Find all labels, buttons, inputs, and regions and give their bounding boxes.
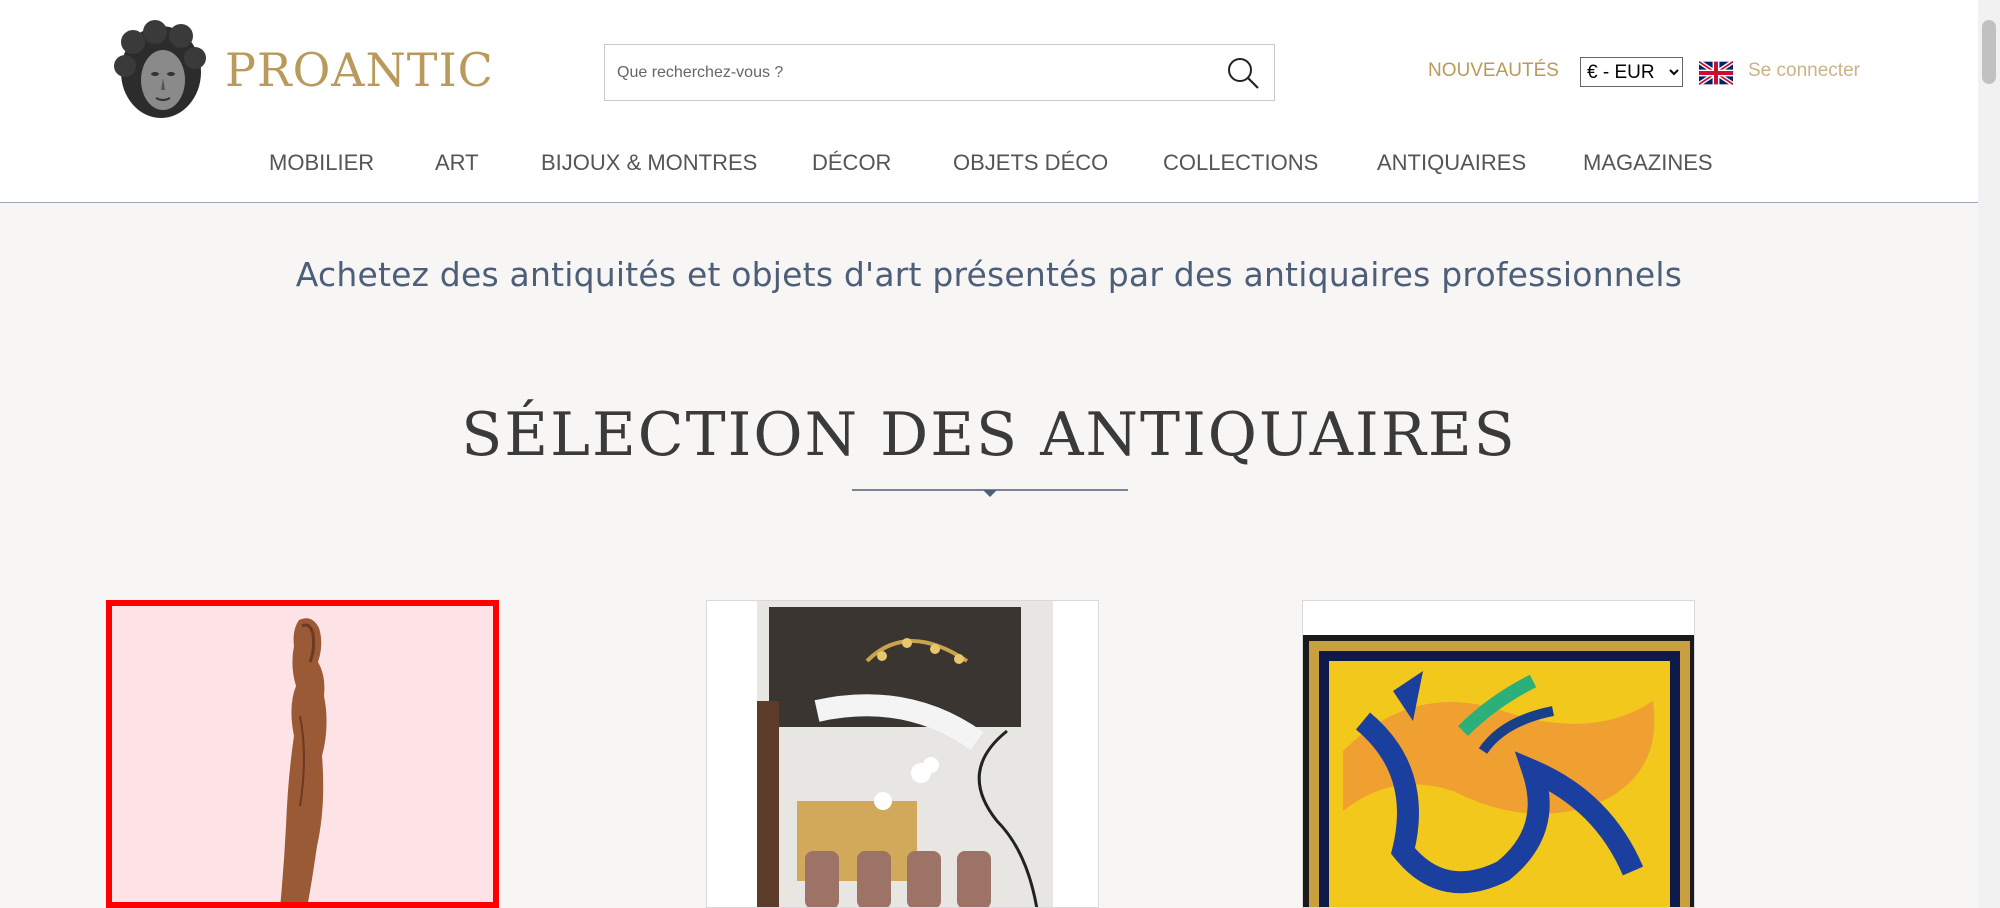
scrollbar-thumb[interactable] (1982, 20, 1996, 84)
title-divider (852, 489, 1128, 497)
product-image-painting[interactable] (1303, 601, 1695, 908)
search-bar (604, 44, 1275, 101)
tagline: Achetez des antiquités et objets d'art p… (295, 255, 1683, 294)
product-card-painting[interactable] (1302, 600, 1695, 908)
nav-item-magazines[interactable]: MAGAZINES (1583, 150, 1713, 176)
logo-head-icon[interactable] (111, 20, 209, 122)
product-image-sculpture[interactable] (112, 606, 493, 908)
uk-flag-icon[interactable] (1699, 61, 1733, 85)
nav-item-art[interactable]: ART (435, 150, 479, 176)
product-card-sculpture[interactable] (106, 600, 499, 908)
login-link[interactable]: Se connecter (1748, 60, 1860, 82)
product-image-interior[interactable] (707, 601, 1099, 908)
search-input[interactable] (615, 55, 1199, 91)
product-card-interior[interactable] (706, 600, 1099, 908)
nav-item-antiquaires[interactable]: ANTIQUAIRES (1377, 150, 1526, 176)
nav-item-objets-deco[interactable]: OBJETS DÉCO (953, 150, 1108, 176)
nav-item-collections[interactable]: COLLECTIONS (1163, 150, 1318, 176)
currency-select[interactable]: € - EUR (1580, 57, 1683, 87)
main-nav: MOBILIER ART BIJOUX & MONTRES DÉCOR OBJE… (0, 150, 1978, 180)
logo-text[interactable]: PROANTIC (225, 43, 494, 97)
nav-item-mobilier[interactable]: MOBILIER (269, 150, 374, 176)
search-icon[interactable] (1226, 56, 1260, 90)
section-title: SÉLECTION DES ANTIQUAIRES (461, 400, 1517, 470)
nav-item-decor[interactable]: DÉCOR (812, 150, 891, 176)
page-scrollbar[interactable] (1978, 0, 2000, 908)
nouveautes-link[interactable]: NOUVEAUTÉS (1428, 60, 1559, 82)
nav-item-bijoux-montres[interactable]: BIJOUX & MONTRES (541, 150, 757, 176)
site-header: PROANTIC NOUVEAUTÉS € - EUR Se connecter… (0, 0, 1978, 203)
